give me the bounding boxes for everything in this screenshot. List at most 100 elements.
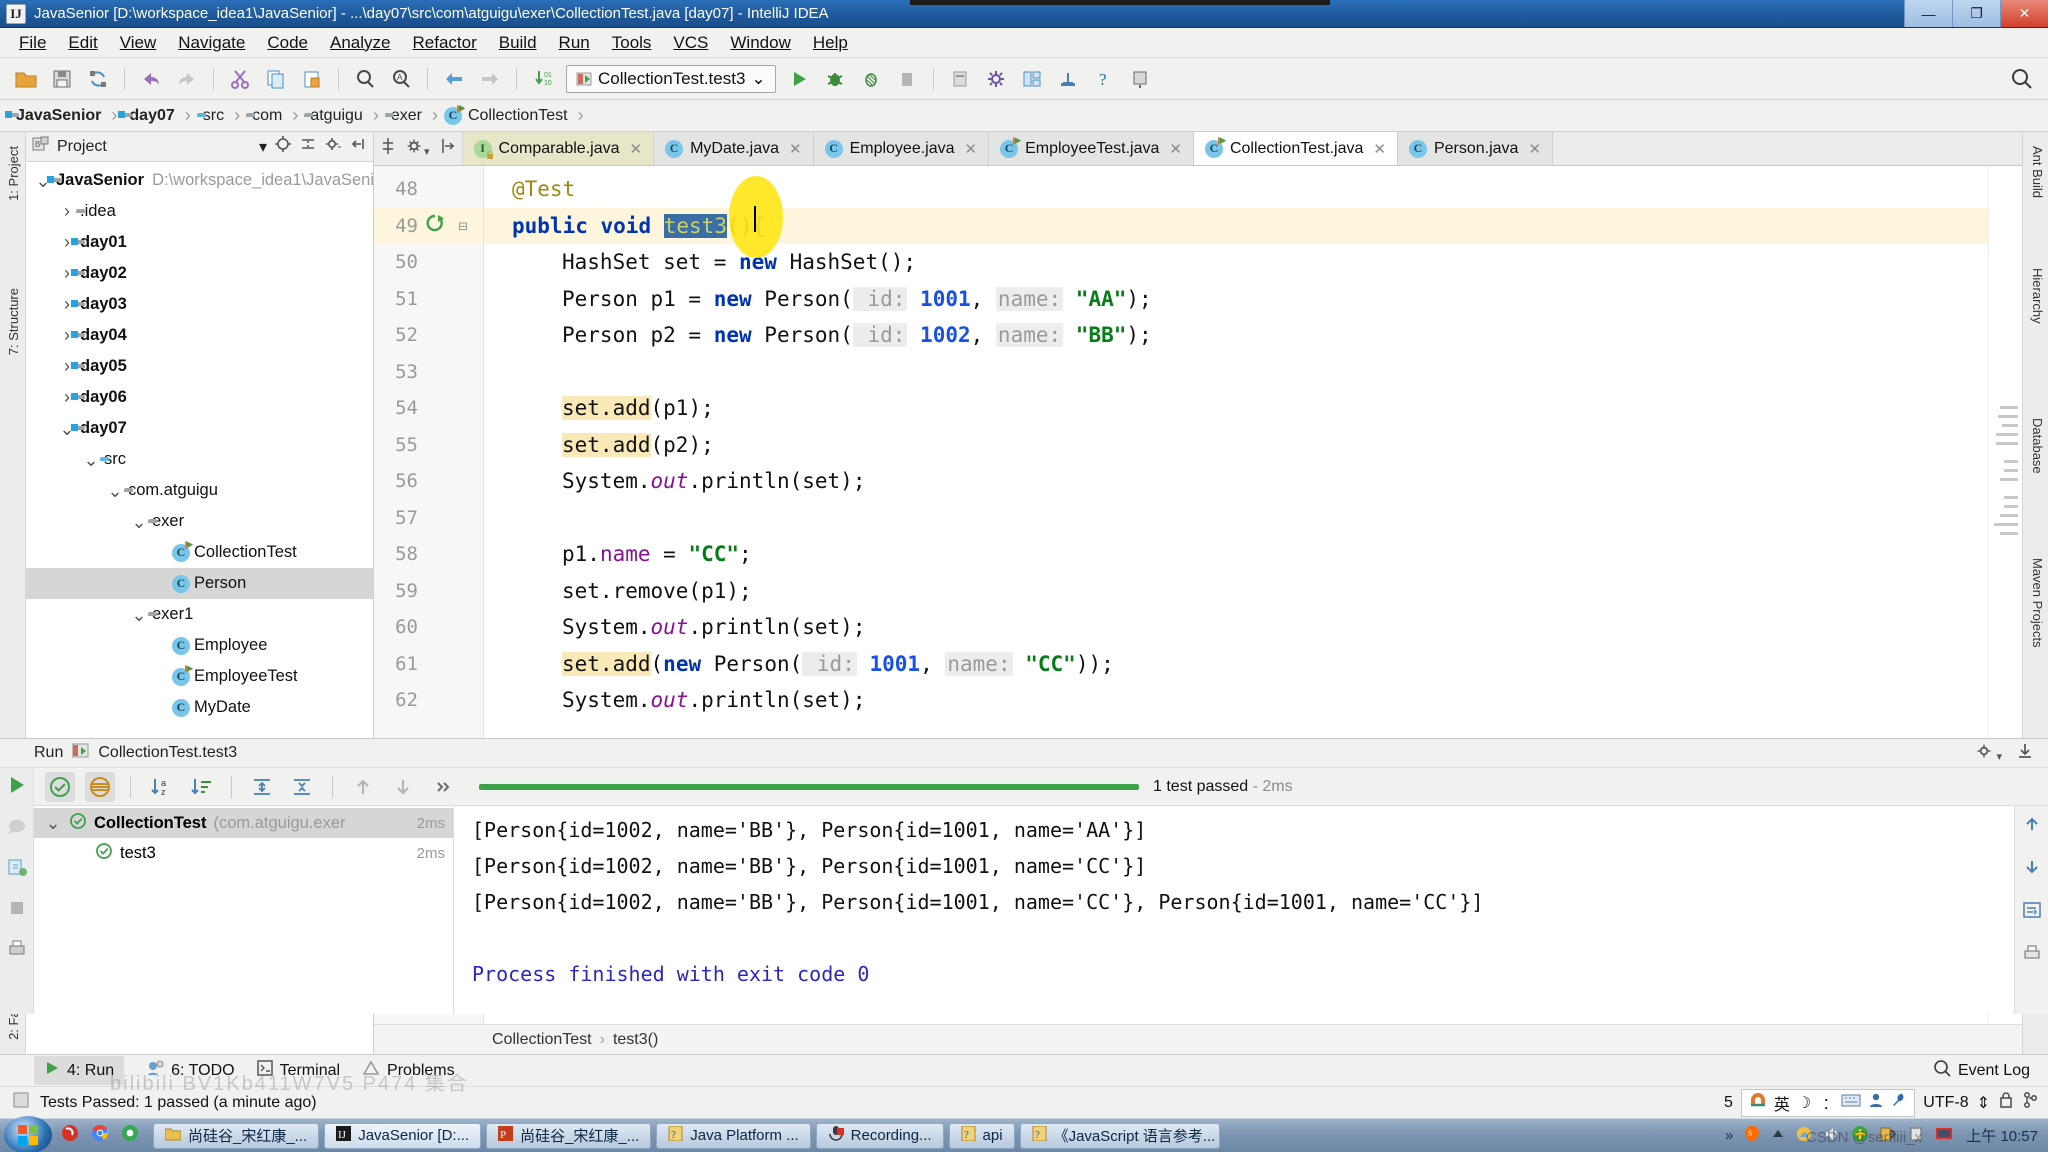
- menu-item-navigate[interactable]: Navigate: [167, 31, 256, 55]
- gutter-line-50[interactable]: 50: [374, 244, 483, 281]
- menu-item-tools[interactable]: Tools: [601, 31, 663, 55]
- fold-minus-icon[interactable]: ⊟: [450, 217, 476, 235]
- hide-icon[interactable]: [349, 135, 367, 158]
- menu-item-help[interactable]: Help: [802, 31, 859, 55]
- editor-tab-comparable-java[interactable]: I Comparable.java ✕: [462, 132, 655, 165]
- gutter-line-53[interactable]: 53: [374, 354, 483, 391]
- tree-item-src[interactable]: ⌄ src: [26, 444, 373, 475]
- run-test-icon[interactable]: [420, 212, 450, 239]
- tree-item-collectiontest[interactable]: C CollectionTest: [26, 537, 373, 568]
- tool-tab-project[interactable]: 1: Project: [2, 140, 25, 207]
- gutter-line-60[interactable]: 60: [374, 609, 483, 646]
- coverage-icon[interactable]: [856, 64, 886, 94]
- tool-tab-ant-build[interactable]: Ant Build: [2026, 140, 2048, 204]
- run-configuration-selector[interactable]: CollectionTest.test3 ⌄: [566, 64, 776, 93]
- tree-item-employeetest[interactable]: C EmployeeTest: [26, 661, 373, 692]
- ime-moon-icon[interactable]: ☽: [1797, 1093, 1811, 1113]
- code-line-50[interactable]: HashSet set = new HashSet();: [484, 244, 1988, 281]
- settings-icon[interactable]: ▾: [1976, 742, 2002, 765]
- code-line-53[interactable]: [484, 354, 1988, 391]
- chrome2-icon[interactable]: [120, 1123, 140, 1148]
- tree-item--idea[interactable]: › .idea: [26, 196, 373, 227]
- gutter-line-51[interactable]: 51: [374, 281, 483, 318]
- browser-icon[interactable]: [60, 1123, 80, 1148]
- sync-icon[interactable]: [83, 64, 113, 94]
- monitor-icon[interactable]: [1935, 1125, 1953, 1147]
- gutter-line-52[interactable]: 52: [374, 317, 483, 354]
- taskbar-item[interactable]: ? api: [948, 1122, 1015, 1149]
- tool-tab-structure[interactable]: 7: Structure: [2, 282, 25, 361]
- editor-tab-employeetest-java[interactable]: C EmployeeTest.java ✕: [989, 132, 1194, 165]
- tree-item-day04[interactable]: › day04: [26, 320, 373, 351]
- sdk-icon[interactable]: [1053, 64, 1083, 94]
- expand-all-icon[interactable]: [247, 772, 277, 802]
- breadcrumb-item-src[interactable]: src: [197, 107, 228, 125]
- back-icon[interactable]: [439, 64, 469, 94]
- gutter-line-54[interactable]: 54: [374, 390, 483, 427]
- chevron-down-icon[interactable]: ⌄: [44, 814, 62, 832]
- close-button[interactable]: ✕: [2000, 0, 2048, 27]
- tree-item-mydate[interactable]: C MyDate: [26, 692, 373, 723]
- search-icon[interactable]: [2007, 64, 2037, 94]
- sogou-icon[interactable]: S: [1743, 1125, 1761, 1147]
- code-line-48[interactable]: @Test: [484, 171, 1988, 208]
- close-icon[interactable]: ✕: [1373, 140, 1386, 158]
- tool-strip-item-problems[interactable]: Problems: [362, 1060, 455, 1081]
- branch-icon[interactable]: [2022, 1091, 2038, 1114]
- ime-indicator[interactable]: 英 ☽ ︰: [1740, 1088, 1916, 1117]
- lock-icon[interactable]: [1998, 1091, 2014, 1114]
- stop-icon[interactable]: [6, 897, 28, 924]
- close-icon[interactable]: ✕: [1169, 140, 1182, 158]
- menu-item-refactor[interactable]: Refactor: [401, 31, 487, 55]
- arrow-up-icon[interactable]: [1771, 1127, 1785, 1145]
- code-line-62[interactable]: System.out.println(set);: [484, 682, 1988, 719]
- code-line-59[interactable]: set.remove(p1);: [484, 573, 1988, 610]
- menu-item-file[interactable]: File: [8, 31, 57, 55]
- print-icon[interactable]: [2022, 943, 2042, 968]
- close-icon[interactable]: ✕: [965, 140, 978, 158]
- menu-item-run[interactable]: Run: [548, 31, 601, 55]
- undo-icon[interactable]: [136, 64, 166, 94]
- gutter-line-56[interactable]: 56: [374, 463, 483, 500]
- open-folder-icon[interactable]: [11, 64, 41, 94]
- menu-item-analyze[interactable]: Analyze: [319, 31, 401, 55]
- breadcrumb-item-javasenior[interactable]: JavaSenior: [5, 107, 105, 125]
- find-icon[interactable]: [350, 64, 380, 94]
- help-icon[interactable]: ?: [1089, 64, 1119, 94]
- cut-icon[interactable]: [225, 64, 255, 94]
- locate-icon[interactable]: [274, 135, 292, 158]
- editor-tab-person-java[interactable]: C Person.java ✕: [1397, 132, 1554, 165]
- paste-icon[interactable]: [297, 64, 327, 94]
- gutter-line-48[interactable]: 48: [374, 171, 483, 208]
- taskbar-item[interactable]: P 尚硅谷_宋红康_...: [486, 1122, 652, 1149]
- tree-item-day05[interactable]: › day05: [26, 351, 373, 382]
- overflow-icon[interactable]: »: [1725, 1127, 1733, 1144]
- keyboard-icon[interactable]: [1841, 1092, 1861, 1113]
- soft-wrap-icon[interactable]: [2022, 900, 2042, 925]
- code-line-57[interactable]: [484, 500, 1988, 537]
- tree-item-exer1[interactable]: ⌄ exer1: [26, 599, 373, 630]
- project-structure-icon[interactable]: [1017, 64, 1047, 94]
- editor-tab-employee-java[interactable]: C Employee.java ✕: [813, 132, 990, 165]
- test-row-test3[interactable]: test3 2ms: [34, 838, 453, 868]
- close-icon[interactable]: ✕: [789, 140, 802, 158]
- tool-strip-item-terminal[interactable]: Terminal: [256, 1060, 340, 1081]
- test-row-collectiontest[interactable]: ⌄ CollectionTest (com.atguigu.exer 2ms: [34, 808, 453, 838]
- settings-icon[interactable]: ▾: [406, 137, 430, 160]
- taskbar-clock[interactable]: 上午 10:57: [1966, 1125, 2048, 1146]
- gutter-line-58[interactable]: 58: [374, 536, 483, 573]
- tree-item-day06[interactable]: › day06: [26, 382, 373, 413]
- collapse-all-icon[interactable]: [299, 135, 317, 158]
- taskbar-item[interactable]: Recording...: [815, 1122, 944, 1149]
- run-icon[interactable]: [784, 64, 814, 94]
- editor-tab-mydate-java[interactable]: C MyDate.java ✕: [654, 132, 814, 165]
- breadcrumb-item-collectiontest[interactable]: C CollectionTest: [443, 104, 572, 125]
- prev-failed-icon[interactable]: [348, 772, 378, 802]
- code-line-54[interactable]: set.add(p1);: [484, 390, 1988, 427]
- breadcrumb-item-day07[interactable]: day07: [118, 107, 178, 125]
- tree-item-javasenior[interactable]: ⌄ JavaSenior D:\workspace_idea1\JavaSenior: [26, 165, 373, 196]
- run-console[interactable]: [Person{id=1002, name='BB'}, Person{id=1…: [454, 806, 2014, 1014]
- tree-item-exer[interactable]: ⌄ exer: [26, 506, 373, 537]
- windows-start-orb[interactable]: [4, 1116, 52, 1152]
- chevron-down-icon[interactable]: ▾: [259, 137, 267, 157]
